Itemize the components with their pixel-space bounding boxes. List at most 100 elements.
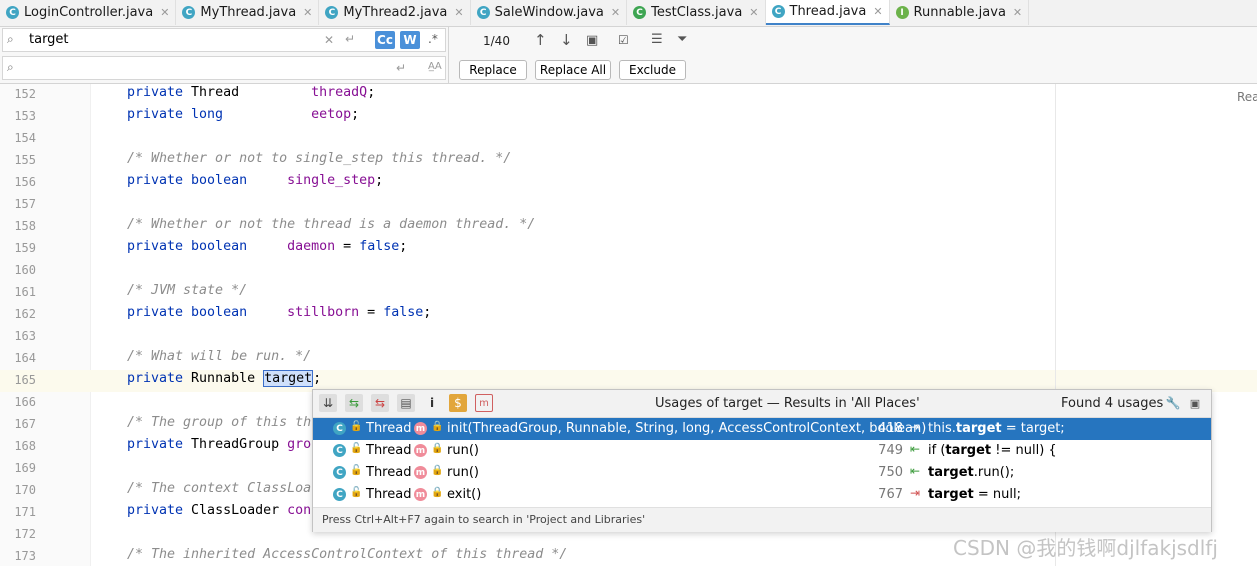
- code-text: private ThreadGroup gro: [127, 437, 311, 453]
- line-number: 166: [14, 395, 36, 409]
- editor-tab[interactable]: C TestClass.java ✕: [627, 0, 766, 25]
- usages-title: Usages of target — Results in 'All Place…: [655, 396, 920, 411]
- close-tab-icon[interactable]: ✕: [1013, 6, 1022, 19]
- code-text: /* What will be run. */: [127, 349, 311, 365]
- code-token: threadQ: [311, 85, 368, 100]
- close-tab-icon[interactable]: ✕: [873, 5, 882, 18]
- usage-snippet: target = null;: [928, 487, 1021, 502]
- close-tab-icon[interactable]: ✕: [303, 6, 312, 19]
- editor-tab[interactable]: C LoginController.java ✕: [0, 0, 177, 25]
- tab-label: MyThread2.java: [343, 5, 448, 20]
- usage-row[interactable]: C 🔓 Thread m 🔒 init(ThreadGroup, Runnable, St…: [313, 418, 1211, 440]
- match-case-toggle[interactable]: Cc: [375, 31, 395, 49]
- code-token: ;: [399, 239, 408, 254]
- merge-usages-icon[interactable]: ⇊: [319, 394, 337, 412]
- line-number: 153: [14, 109, 36, 123]
- exclude-button[interactable]: Exclude: [619, 60, 686, 80]
- editor-tab[interactable]: I Runnable.java ✕: [890, 0, 1030, 25]
- search-field[interactable]: ⌕ target ✕ ↵ Cc W .*: [2, 28, 446, 52]
- code-line[interactable]: 163: [0, 326, 1055, 348]
- code-token: private boolean: [127, 239, 288, 254]
- method-filter-icon[interactable]: m: [475, 394, 493, 412]
- code-token: eetop: [311, 107, 352, 122]
- code-line[interactable]: 158 /* Whether or not the thread is a dae…: [0, 216, 1055, 238]
- next-occurrence-icon[interactable]: ↓: [560, 31, 573, 49]
- line-number: 165: [14, 373, 36, 387]
- code-line[interactable]: 162 private boolean stillborn = false;: [0, 304, 1055, 326]
- code-text: private boolean daemon = false;: [127, 239, 407, 255]
- code-line[interactable]: 152 private Thread threadQ;: [0, 84, 1055, 106]
- open-in-find-window-icon[interactable]: ▣: [1186, 394, 1204, 412]
- previous-occurrence-icon[interactable]: ↑: [534, 31, 547, 49]
- code-token: private: [127, 371, 192, 386]
- usages-count: Found 4 usages: [1061, 396, 1164, 411]
- code-token: Runnable: [191, 371, 264, 386]
- scope-icon[interactable]: $: [449, 394, 467, 412]
- class-icon: C: [333, 488, 346, 501]
- editor-tab[interactable]: C Thread.java ✕: [765, 0, 890, 25]
- line-number: 171: [14, 505, 36, 519]
- public-access-icon: 🔓: [350, 443, 363, 454]
- usage-method: exit(): [447, 487, 482, 502]
- code-token: private: [127, 437, 192, 452]
- code-text: private boolean stillborn = false;: [127, 305, 431, 321]
- code-text: /* Whether or not to single_step this th…: [127, 151, 511, 167]
- usages-popup: ⇊ ⇆ ⇆ ▤ i $ m Usages of target — Results…: [312, 389, 1212, 532]
- preserve-case-icon[interactable]: A̲A: [428, 61, 442, 72]
- code-line[interactable]: 173 /* The inherited AccessControlContext…: [0, 546, 1055, 568]
- find-replace-bar: ⌕ target ✕ ↵ Cc W .* ⌕ ↵ A̲A 1/40 ↑ ↓ ▣ …: [0, 27, 1257, 84]
- code-line[interactable]: 164 /* What will be run. */: [0, 348, 1055, 370]
- code-token: private boolean: [127, 173, 288, 188]
- newline-icon[interactable]: ↵: [396, 61, 406, 75]
- newline-icon[interactable]: ↵: [345, 32, 355, 46]
- filter-context-icon[interactable]: ☑: [618, 33, 629, 47]
- select-all-occurrences-icon[interactable]: ▣: [586, 33, 598, 48]
- code-token: ;: [375, 173, 384, 188]
- write-access-icon[interactable]: ⇆: [371, 394, 389, 412]
- line-number: 168: [14, 439, 36, 453]
- read-access-icon: ⇤: [910, 442, 921, 456]
- words-toggle[interactable]: W: [400, 31, 420, 49]
- code-token: ClassLoader: [191, 503, 288, 518]
- code-line[interactable]: 161 /* JVM state */: [0, 282, 1055, 304]
- module-filter-icon[interactable]: ▤: [397, 394, 415, 412]
- code-line[interactable]: 154: [0, 128, 1055, 150]
- reader-mode-label[interactable]: Rea: [1237, 90, 1257, 104]
- regex-toggle[interactable]: .*: [428, 32, 438, 46]
- multiline-icon[interactable]: ☰: [651, 32, 663, 47]
- code-line[interactable]: 153 private long eetop;: [0, 106, 1055, 128]
- replace-field[interactable]: ⌕ ↵ A̲A: [2, 56, 446, 80]
- method-icon: m: [414, 422, 427, 435]
- code-line[interactable]: 159 private boolean daemon = false;: [0, 238, 1055, 260]
- close-tab-icon[interactable]: ✕: [611, 6, 620, 19]
- code-token: /* Whether or not to single_step this th…: [127, 151, 512, 166]
- snippet-suffix: = target;: [1001, 421, 1065, 436]
- line-number: 164: [14, 351, 36, 365]
- editor-tab[interactable]: C SaleWindow.java ✕: [471, 0, 628, 25]
- replace-all-button[interactable]: Replace All: [535, 60, 611, 80]
- editor-tab[interactable]: C MyThread2.java ✕: [319, 0, 471, 25]
- code-line[interactable]: 155 /* Whether or not to single_step this…: [0, 150, 1055, 172]
- code-token: /* JVM state */: [127, 283, 248, 298]
- replace-button[interactable]: Replace: [459, 60, 527, 80]
- code-line[interactable]: 160: [0, 260, 1055, 282]
- close-tab-icon[interactable]: ✕: [454, 6, 463, 19]
- code-token: /* Whether or not the thread is a daemon…: [127, 217, 536, 232]
- code-line[interactable]: 157: [0, 194, 1055, 216]
- info-icon[interactable]: i: [423, 394, 441, 412]
- usage-row[interactable]: C 🔓 Thread m 🔒 exit() 767 ⇥ target = null;: [313, 484, 1211, 506]
- settings-wrench-icon[interactable]: 🔧: [1164, 394, 1182, 412]
- search-input[interactable]: target: [29, 32, 69, 47]
- snippet-match: target: [945, 443, 992, 458]
- read-access-icon[interactable]: ⇆: [345, 394, 363, 412]
- code-token: con: [287, 503, 312, 518]
- code-line[interactable]: 156 private boolean single_step;: [0, 172, 1055, 194]
- usage-row[interactable]: C 🔓 Thread m 🔒 run() 750 ⇤ target.run();: [313, 462, 1211, 484]
- filter-icon[interactable]: ⏷: [677, 32, 687, 47]
- public-access-icon: 🔓: [350, 465, 363, 476]
- usage-row[interactable]: C 🔓 Thread m 🔒 run() 749 ⇤ if (target != null) {: [313, 440, 1211, 462]
- editor-tab[interactable]: C MyThread.java ✕: [176, 0, 320, 25]
- close-tab-icon[interactable]: ✕: [749, 6, 758, 19]
- close-tab-icon[interactable]: ✕: [160, 6, 169, 19]
- clear-search-icon[interactable]: ✕: [324, 33, 334, 47]
